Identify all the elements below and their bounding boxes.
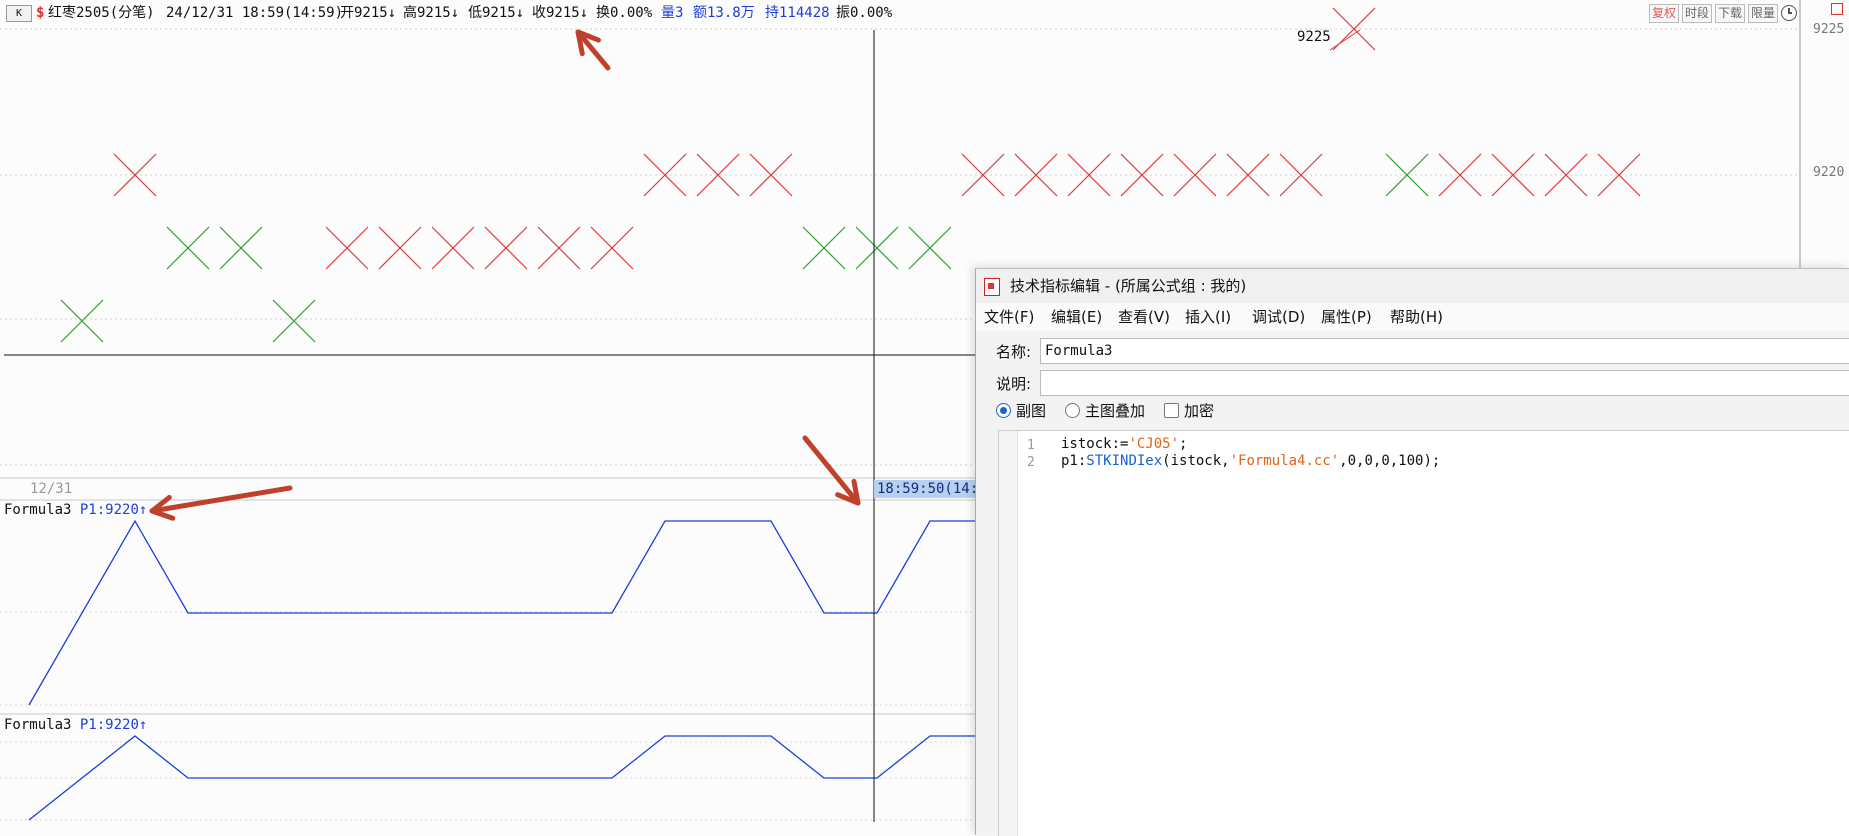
tick-cross-up (590, 226, 634, 270)
annotation-arrow (575, 29, 611, 71)
tick-cross-down (272, 299, 316, 343)
menu-edit[interactable]: 编辑(E) (1051, 303, 1102, 331)
checkbox-icon (1164, 403, 1179, 418)
editor-title: 技术指标编辑 - (所属公式组 : 我的) (1010, 277, 1247, 295)
tick-cross-up (1226, 153, 1270, 197)
up-arrow-icon: ↑ (138, 502, 148, 518)
up-arrow-icon: ↑ (138, 717, 148, 733)
indicator-polyline (28, 519, 975, 706)
code-gutter (999, 431, 1018, 836)
code-line-1[interactable]: istock:='CJ05'; (1061, 436, 1187, 452)
tick-cross-down (166, 226, 210, 270)
tick-cross-up (1491, 153, 1535, 197)
tick-cross-up (696, 153, 740, 197)
description-label: 说明: (996, 375, 1032, 393)
sub-chart-radio[interactable]: 副图 (996, 401, 1046, 421)
formula-editor-app-icon (984, 278, 1000, 296)
tick-cross-down (855, 226, 899, 270)
price-axis-label-9225: 9225 (1813, 22, 1845, 37)
code-editor[interactable]: 1 2 istock:='CJ05'; p1:STKINDIex(istock,… (998, 430, 1849, 836)
radio-selected-icon (996, 403, 1011, 418)
price-axis-label-9220: 9220 (1813, 165, 1845, 180)
menu-help[interactable]: 帮助(H) (1390, 303, 1443, 331)
menu-properties[interactable]: 属性(P) (1321, 303, 1372, 331)
tick-cross-down (802, 226, 846, 270)
tick-cross-down (60, 299, 104, 343)
menu-view[interactable]: 查看(V) (1118, 303, 1170, 331)
date-axis-label: 12/31 (30, 481, 73, 497)
tick-cross-up (484, 226, 528, 270)
radio-icon (1065, 403, 1080, 418)
cursor-time-tag: 18:59:50(14:59) (874, 480, 976, 498)
menu-insert[interactable]: 插入(I) (1185, 303, 1231, 331)
tick-cross-up (1597, 153, 1641, 197)
annotation-arrow (802, 435, 861, 506)
code-line-2[interactable]: p1:STKINDIex(istock,'Formula4.cc',0,0,0,… (1061, 453, 1440, 469)
tick-cross-up (378, 226, 422, 270)
annotation-arrow (149, 485, 293, 521)
high-price-callout: 9225 (1297, 29, 1331, 45)
formula-name-input[interactable]: Formula3 (1040, 338, 1849, 364)
encrypt-checkbox[interactable]: 加密 (1164, 401, 1214, 421)
menu-debug[interactable]: 调试(D) (1252, 303, 1305, 331)
tick-cross-down (219, 226, 263, 270)
menu-file[interactable]: 文件(F) (984, 303, 1034, 331)
tick-cross-up (961, 153, 1005, 197)
annotation-arrows (149, 29, 861, 521)
editor-menu-bar: 文件(F) 编辑(E) 查看(V) 插入(I) 调试(D) 属性(P) 帮助(H… (976, 303, 1849, 331)
indicator-pane-1-label[interactable]: Formula3 P1:9220↑ (4, 502, 147, 518)
tick-cross-up (325, 226, 369, 270)
editor-title-bar[interactable]: 技术指标编辑 - (所属公式组 : 我的) (976, 269, 1849, 303)
tick-cross-up (431, 226, 475, 270)
callout-leader (1329, 29, 1361, 51)
main-overlay-radio[interactable]: 主图叠加 (1065, 401, 1145, 421)
line-number: 2 (1027, 455, 1035, 470)
indicator-pane-2-label[interactable]: Formula3 P1:9220↑ (4, 717, 147, 733)
tick-cross-up (537, 226, 581, 270)
line-number: 1 (1027, 438, 1035, 453)
tick-cross-up (1067, 153, 1111, 197)
tick-cross-down (908, 226, 952, 270)
description-input[interactable] (1040, 370, 1849, 396)
formula-editor-window[interactable]: 技术指标编辑 - (所属公式组 : 我的) 文件(F) 编辑(E) 查看(V) … (975, 268, 1849, 836)
name-label: 名称: (996, 343, 1032, 361)
indicator-line-1 (28, 519, 975, 706)
